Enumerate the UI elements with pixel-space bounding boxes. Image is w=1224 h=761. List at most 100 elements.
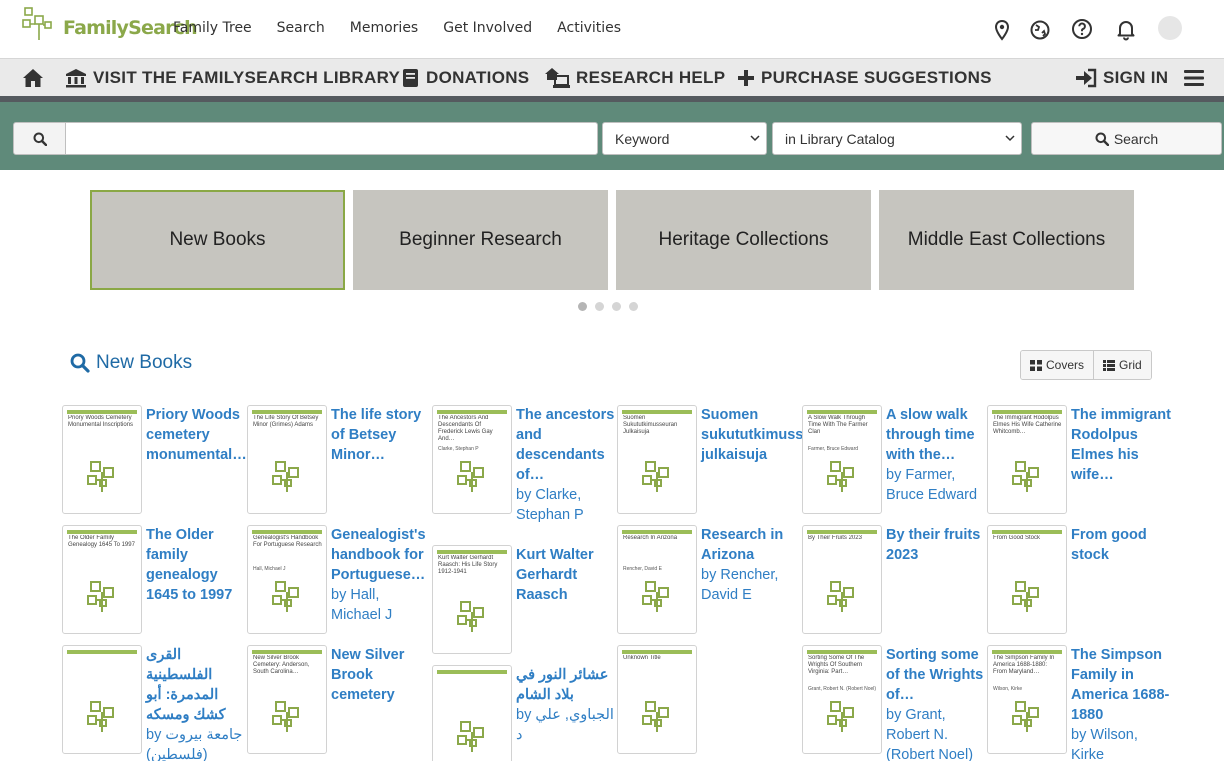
cover-author: Farmer, Bruce Edward [808, 446, 859, 452]
book-cover[interactable]: Sorting Some Of The Wrights Of Southern … [802, 645, 882, 754]
sign-in-link[interactable]: SIGN IN [1075, 59, 1168, 97]
book-title-link[interactable]: Priory Woods cemetery monumental… [146, 405, 247, 465]
book-title-link[interactable]: The Older family genealogy 1645 to 1997 [146, 525, 246, 605]
book-cover[interactable]: The Simpson Family In America 1688-1880:… [987, 645, 1067, 754]
carousel-slide-heritage-collections[interactable]: Heritage Collections [616, 190, 871, 290]
book-cover[interactable]: Kurt Walter Gerhardt Raasch: His Life St… [432, 545, 512, 654]
cover-accent-bar [252, 410, 322, 414]
globe-icon[interactable] [1028, 18, 1052, 42]
book-title-link[interactable]: Research in Arizona [701, 525, 801, 565]
book-cover[interactable]: New Silver Brook Cemetery: Anderson, Sou… [247, 645, 327, 754]
nav-activities[interactable]: Activities [557, 20, 621, 36]
book-cover[interactable]: The Older Family Genealogy 1645 To 1997 [62, 525, 142, 634]
bell-icon[interactable] [1114, 17, 1138, 41]
tree-placeholder-icon [1012, 701, 1039, 732]
book-cover[interactable] [432, 665, 512, 761]
book-cover[interactable]: Research In Arizona Rencher, David E [617, 525, 697, 634]
book-cover[interactable] [62, 645, 142, 754]
book-title-link[interactable]: The Simpson Family in America 1688-1880 [1071, 645, 1171, 725]
cover-title: The Life Story Of Betsey Minor (Grimes) … [253, 415, 319, 428]
plus-icon [738, 70, 754, 86]
book-author-link[interactable]: by جامعة بيروت (فلسطين) [146, 725, 246, 761]
book-title-link[interactable]: Kurt Walter Gerhardt Raasch [516, 545, 616, 605]
book-title-link[interactable]: Genealogist's handbook for Portuguese… [331, 525, 431, 585]
nav-get-involved[interactable]: Get Involved [443, 20, 532, 36]
tree-placeholder-icon [457, 461, 484, 492]
book-info: The immigrant Rodolpus Elmes his wife… [1071, 405, 1171, 485]
book-cover[interactable]: Suomen Sukututkimusseuran Julkaisuja [617, 405, 697, 514]
cover-title: Sorting Some Of The Wrights Of Southern … [808, 655, 865, 675]
book-title-link[interactable]: Suomen sukututkimusseuran julkaisuja [701, 405, 843, 465]
book-title-link[interactable]: القرى الفلسطينية المدمرة: أبو كشك ومسكه [146, 645, 246, 725]
book-author-link[interactable]: by Rencher, David E [701, 565, 801, 605]
book-title-link[interactable]: A slow walk through time with the… [886, 405, 986, 465]
book-info: The life story of Betsey Minor… [331, 405, 431, 465]
cover-title: A Slow Walk Through Time With The Farmer… [808, 415, 868, 435]
book-title-link[interactable]: From good stock [1071, 525, 1171, 565]
location-icon[interactable] [990, 18, 1014, 42]
visit-library-link[interactable]: VISIT THE FAMILYSEARCH LIBRARY [65, 59, 400, 97]
book-author-link[interactable]: by الجباوي, علي د [516, 705, 616, 745]
book-info: By their fruits 2023 [886, 525, 986, 565]
cover-accent-bar [622, 410, 692, 414]
book-title-link[interactable]: New Silver Brook cemetery [331, 645, 431, 705]
slide-label: New Books [169, 229, 266, 250]
tree-placeholder-icon [87, 581, 114, 612]
book-author-link[interactable]: by Clarke, Stephan P [516, 485, 616, 525]
cover-title: Priory Woods Cemetery Monumental Inscrip… [68, 415, 134, 428]
book-cover[interactable]: The Ancestors And Descendants Of Frederi… [432, 405, 512, 514]
cover-accent-bar [437, 550, 507, 554]
nav-memories[interactable]: Memories [350, 20, 418, 36]
book-info: New Silver Brook cemetery [331, 645, 431, 705]
carousel-dot[interactable] [612, 302, 621, 311]
book-cover[interactable]: Unknown Title [617, 645, 697, 754]
carousel-dot[interactable] [578, 302, 587, 311]
cover-author: Clarke, Stephan P [438, 446, 479, 452]
donations-link[interactable]: DONATIONS [402, 59, 529, 97]
book-title-link[interactable]: The ancestors and descendants of… [516, 405, 616, 485]
carousel-slide-new-books[interactable]: New Books [90, 190, 345, 290]
carousel-dot[interactable] [629, 302, 638, 311]
nav-search[interactable]: Search [277, 20, 325, 36]
book-cover[interactable]: The Life Story Of Betsey Minor (Grimes) … [247, 405, 327, 514]
purchase-suggestions-link[interactable]: PURCHASE SUGGESTIONS [737, 59, 992, 97]
book-title-link[interactable]: The immigrant Rodolpus Elmes his wife… [1071, 405, 1171, 485]
search-type-select[interactable]: Keyword [602, 122, 767, 155]
cover-accent-bar [807, 410, 877, 414]
book-author-link[interactable]: by Farmer, Bruce Edward [886, 465, 986, 505]
search-button[interactable]: Search [1031, 122, 1222, 155]
carousel-dot[interactable] [595, 302, 604, 311]
book-title-link[interactable]: Sorting some of the Wrights of… [886, 645, 986, 705]
book-author-link[interactable]: by Grant, Robert N. (Robert Noel) [886, 705, 986, 761]
th-large-icon [1030, 359, 1042, 371]
book-cover[interactable]: A Slow Walk Through Time With The Farmer… [802, 405, 882, 514]
book-cover[interactable]: Genealogist's Handbook For Portuguese Re… [247, 525, 327, 634]
book-title-link[interactable]: By their fruits 2023 [886, 525, 986, 565]
carousel-slide-middle-east-collections[interactable]: Middle East Collections [879, 190, 1134, 290]
book-title-link[interactable]: عشائر النور في بلاد الشام [516, 665, 616, 705]
cover-accent-bar [67, 410, 137, 414]
view-grid-button[interactable]: Grid [1093, 351, 1151, 379]
slide-label: Middle East Collections [907, 229, 1106, 250]
menu-button[interactable] [1184, 59, 1210, 97]
view-covers-button[interactable]: Covers [1021, 351, 1094, 379]
cover-author: Wilson, Kirke [993, 686, 1023, 692]
familysearch-logo[interactable]: FamilySearch [21, 6, 198, 42]
search-input[interactable] [65, 122, 598, 155]
research-help-link[interactable]: RESEARCH HELP [544, 59, 725, 97]
carousel-slide-beginner-research[interactable]: Beginner Research [353, 190, 608, 290]
book-author-link[interactable]: by Hall, Michael J [331, 585, 431, 625]
donations-label: DONATIONS [426, 68, 530, 87]
avatar[interactable] [1158, 16, 1182, 40]
nav-family-tree[interactable]: Family Tree [173, 20, 252, 36]
section-title: New Books [70, 352, 192, 374]
book-cover[interactable]: By Their Fruits 2023 [802, 525, 882, 634]
book-cover[interactable]: From Good Stock [987, 525, 1067, 634]
home-button[interactable] [22, 59, 50, 97]
help-icon[interactable] [1070, 17, 1094, 41]
book-author-link[interactable]: by Wilson, Kirke [1071, 725, 1171, 761]
search-scope-select[interactable]: in Library Catalog [772, 122, 1022, 155]
book-cover[interactable]: The Immigrant Rodolpus Elmes His Wife Ca… [987, 405, 1067, 514]
book-title-link[interactable]: The life story of Betsey Minor… [331, 405, 431, 465]
book-cover[interactable]: Priory Woods Cemetery Monumental Inscrip… [62, 405, 142, 514]
